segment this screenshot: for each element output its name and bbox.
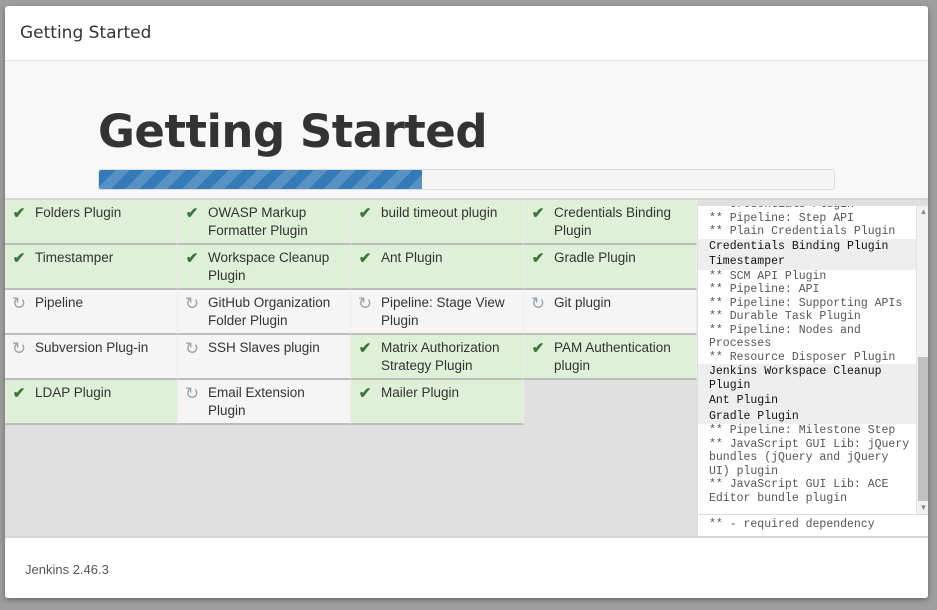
log-dependency-line: ** SCM API Plugin (709, 269, 827, 283)
plugin-name: Credentials Binding Plugin (554, 205, 672, 238)
check-icon: ✔ (12, 205, 26, 222)
plugin-grid: ✔ Folders Plugin ✔ OWASP Markup Formatter P… (5, 200, 697, 425)
log-plugin-line: Timestamper (698, 254, 916, 270)
refresh-icon: ↻ (184, 384, 200, 403)
plugin-name: PAM Authentication plugin (554, 340, 671, 373)
plugin-item: ✔ PAM Authentication plugin (524, 335, 697, 380)
plugin-item: ↻ Pipeline: Stage View Plugin (351, 290, 524, 335)
log-dependency-line: ** Pipeline: API (709, 283, 820, 296)
plugin-item: ✔ build timeout plugin (351, 200, 524, 245)
log-dependency-line: ** Pipeline: Supporting APIs (709, 296, 903, 310)
plugin-item: ✔ Timestamper (5, 245, 178, 290)
plugin-item: ↻ Pipeline (5, 290, 178, 335)
dialog-title: Getting Started (20, 23, 152, 43)
scroll-up-icon[interactable]: ▲ (917, 206, 928, 218)
dialog-footer: Jenkins 2.46.3 (5, 538, 928, 598)
plugin-name: LDAP Plugin (35, 385, 112, 400)
plugin-name: Pipeline: Stage View Plugin (381, 295, 505, 328)
log-dependency-line: ** Pipeline: Milestone Step (709, 424, 896, 437)
plugin-item: ✔ Matrix Authorization Strategy Plugin (351, 335, 524, 380)
plugin-item: ↻ Subversion Plug-in (5, 335, 178, 380)
refresh-icon: ↻ (357, 294, 373, 313)
log-dependency-line: ** Pipeline: Step API (709, 211, 854, 225)
log-dependency-line: ** JavaScript GUI Lib: jQuery bundles (j… (709, 437, 916, 478)
plugin-item: ↻ Git plugin (524, 290, 697, 335)
plugin-name: Matrix Authorization Strategy Plugin (381, 340, 500, 373)
plugin-item: ✔ Gradle Plugin (524, 245, 697, 290)
check-icon: ✔ (12, 385, 26, 402)
plugin-name: Pipeline (35, 295, 84, 310)
check-icon: ✔ (358, 385, 372, 402)
refresh-icon: ↻ (11, 339, 27, 358)
scroll-thumb[interactable] (918, 357, 928, 501)
plugin-install-area: ✔ Folders Plugin ✔ OWASP Markup Formatter P… (5, 200, 928, 536)
hero-section: Getting Started (5, 61, 928, 198)
check-icon: ✔ (358, 340, 372, 357)
plugin-name: Workspace Cleanup Plugin (208, 250, 330, 283)
plugin-name: Gradle Plugin (554, 250, 636, 265)
install-progress-bar (98, 169, 835, 190)
log-plugin-line: Gradle Plugin (698, 408, 916, 424)
plugin-item: ✔ Mailer Plugin (351, 380, 524, 425)
log-dependency-line: ** JavaScript GUI Lib: ACE Editor bundle… (709, 478, 896, 505)
progress-fill (99, 170, 423, 189)
plugin-name: GitHub Organization Folder Plugin (208, 295, 331, 328)
check-icon: ✔ (531, 205, 545, 222)
plugin-item: ↻ GitHub Organization Folder Plugin (178, 290, 351, 335)
check-icon: ✔ (531, 250, 545, 267)
plugin-item: ✔ OWASP Markup Formatter Plugin (178, 200, 351, 245)
plugin-name: Folders Plugin (35, 205, 122, 220)
refresh-icon: ↻ (184, 294, 200, 313)
plugin-name: Mailer Plugin (381, 385, 460, 400)
plugin-item: ✔ Folders Plugin (5, 200, 178, 245)
check-icon: ✔ (185, 205, 199, 222)
plugin-name: OWASP Markup Formatter Plugin (208, 205, 308, 238)
plugin-item: ✔ Credentials Binding Plugin (524, 200, 697, 245)
jenkins-version: Jenkins 2.46.3 (25, 562, 109, 577)
log-dependency-line: ** Pipeline: Nodes and Processes (709, 323, 868, 351)
refresh-icon: ↻ (11, 294, 27, 313)
log-dependency-line: ** Resource Disposer Plugin (709, 350, 896, 364)
log-plugin-line: Jenkins Workspace Cleanup Plugin (698, 364, 916, 393)
log-dependency-line: ** Durable Task Plugin (709, 310, 861, 323)
plugin-item: ↻ SSH Slaves plugin (178, 335, 351, 380)
refresh-icon: ↻ (184, 339, 200, 358)
check-icon: ✔ (185, 250, 199, 267)
install-log-panel: ** Credentials Plugin** Pipeline: Step A… (697, 206, 928, 514)
plugin-name: build timeout plugin (381, 205, 498, 220)
scroll-down-icon[interactable]: ▼ (917, 502, 928, 514)
plugin-item: ✔ Workspace Cleanup Plugin (178, 245, 351, 290)
plugin-name: Git plugin (554, 295, 612, 310)
install-log-viewport: ** Credentials Plugin** Pipeline: Step A… (698, 206, 916, 514)
plugin-name: Ant Plugin (381, 250, 443, 265)
dependency-legend: ** - required dependency (697, 514, 928, 536)
check-icon: ✔ (531, 340, 545, 357)
setup-dialog: Getting Started Getting Started ✔ Folders… (5, 6, 928, 598)
log-plugin-line: Credentials Binding Plugin (698, 238, 916, 254)
check-icon: ✔ (358, 250, 372, 267)
page-title: Getting Started (98, 105, 488, 158)
install-log: ** Credentials Plugin** Pipeline: Step A… (698, 206, 916, 505)
plugin-item: ✔ Ant Plugin (351, 245, 524, 290)
log-dependency-line: ** Plain Credentials Plugin (709, 225, 896, 238)
refresh-icon: ↻ (530, 294, 546, 313)
log-scrollbar[interactable]: ▲ ▼ (916, 206, 928, 514)
plugin-name: Email Extension Plugin (208, 385, 305, 418)
plugin-item: ↻ Email Extension Plugin (178, 380, 351, 425)
check-icon: ✔ (12, 250, 26, 267)
plugin-item: ✔ LDAP Plugin (5, 380, 178, 425)
plugin-name: Subversion Plug-in (35, 340, 149, 355)
plugin-name: SSH Slaves plugin (208, 340, 320, 355)
plugin-name: Timestamper (35, 250, 114, 265)
dialog-header: Getting Started (5, 6, 928, 61)
log-plugin-line: Ant Plugin (698, 393, 916, 409)
check-icon: ✔ (358, 205, 372, 222)
